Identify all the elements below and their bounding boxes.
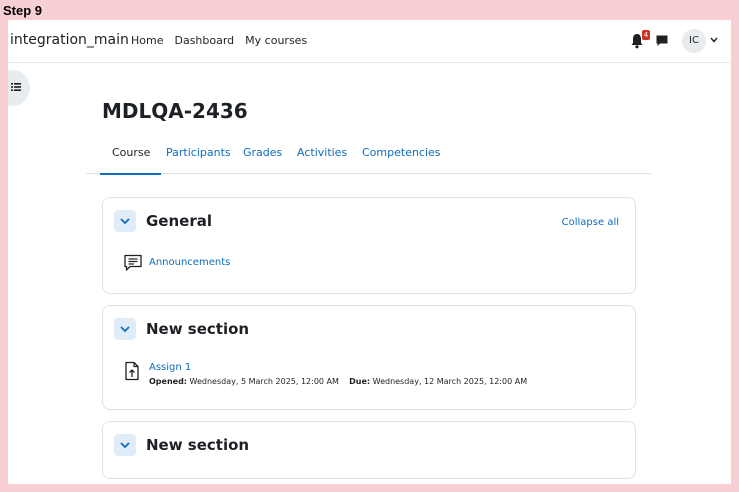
forum-icon bbox=[124, 254, 142, 271]
chevron-down-icon bbox=[120, 218, 130, 225]
section-title: New section bbox=[146, 436, 250, 454]
section-title: New section bbox=[146, 320, 250, 338]
chevron-down-icon[interactable] bbox=[710, 37, 718, 43]
nav-dashboard[interactable]: Dashboard bbox=[174, 34, 234, 47]
section-new-2: New section bbox=[102, 421, 636, 479]
section-new-1: New section Assign 1 Opened: Wednesday, … bbox=[102, 305, 636, 410]
nav-home[interactable]: Home bbox=[131, 34, 163, 47]
section-title: General bbox=[146, 212, 212, 230]
page-title: MDLQA-2436 bbox=[102, 99, 248, 123]
nav-my-courses[interactable]: My courses bbox=[245, 34, 307, 47]
opened-date: Wednesday, 5 March 2025, 12:00 AM bbox=[189, 377, 339, 386]
activity-link-assign[interactable]: Assign 1 bbox=[149, 362, 191, 373]
browser-page: integration_main Home Dashboard My cours… bbox=[8, 20, 731, 484]
assignment-icon bbox=[125, 361, 139, 381]
chevron-down-icon bbox=[120, 326, 130, 333]
collapse-all-link[interactable]: Collapse all bbox=[562, 217, 619, 228]
due-label: Due: bbox=[349, 377, 371, 386]
tab-participants[interactable]: Participants bbox=[166, 146, 231, 174]
activity-dates: Opened: Wednesday, 5 March 2025, 12:00 A… bbox=[149, 377, 527, 386]
section-collapse-button[interactable] bbox=[114, 434, 136, 456]
list-icon bbox=[11, 83, 21, 91]
user-avatar[interactable]: IC bbox=[682, 29, 706, 53]
chat-icon[interactable] bbox=[655, 34, 669, 48]
primary-navigation: Home Dashboard My courses bbox=[131, 34, 307, 47]
navbar: integration_main Home Dashboard My cours… bbox=[8, 20, 731, 63]
due-date: Wednesday, 12 March 2025, 12:00 AM bbox=[372, 377, 528, 386]
chevron-down-icon bbox=[120, 442, 130, 449]
tab-course[interactable]: Course bbox=[99, 146, 162, 175]
course-tabs: Course Participants Grades Activities Co… bbox=[86, 134, 651, 175]
opened-label: Opened: bbox=[149, 377, 187, 386]
course-index-toggle[interactable] bbox=[8, 70, 30, 106]
section-collapse-button[interactable] bbox=[114, 210, 136, 232]
site-brand[interactable]: integration_main bbox=[10, 32, 129, 48]
step-label: Step 9 bbox=[3, 3, 43, 18]
notification-badge: 4 bbox=[642, 30, 650, 40]
section-collapse-button[interactable] bbox=[114, 318, 136, 340]
tab-competencies[interactable]: Competencies bbox=[362, 146, 441, 174]
section-general: General Collapse all Announcements bbox=[102, 197, 636, 294]
tab-grades[interactable]: Grades bbox=[243, 146, 282, 174]
activity-link-announcements[interactable]: Announcements bbox=[149, 257, 230, 268]
tab-activities[interactable]: Activities bbox=[297, 146, 347, 174]
